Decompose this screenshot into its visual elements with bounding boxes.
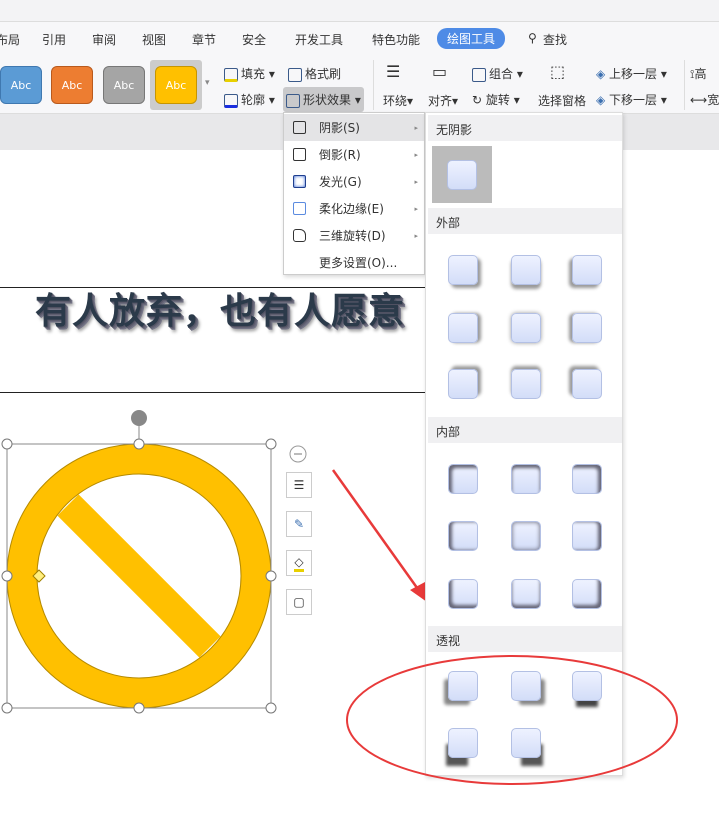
selection-pane-button[interactable]: 选择窗格 — [538, 92, 586, 109]
outer-shadow-option[interactable] — [448, 313, 478, 343]
reflection-icon — [293, 148, 306, 161]
tab-chapter[interactable]: 章节 — [192, 31, 216, 48]
glow-icon — [293, 175, 306, 188]
wrap-button[interactable]: 环绕▾ — [383, 92, 413, 109]
perspective-shadow-option[interactable] — [448, 728, 478, 758]
outer-shadow-option[interactable] — [448, 255, 478, 285]
group-icon — [472, 67, 486, 82]
inner-shadow-option[interactable] — [511, 521, 541, 551]
3d-rotation-icon — [293, 229, 306, 242]
fill-icon — [224, 67, 238, 82]
outline-button[interactable]: 轮廓 ▾ — [224, 91, 275, 108]
inner-shadow-option[interactable] — [448, 579, 478, 609]
section-outer: 外部 — [428, 208, 622, 234]
tab-security[interactable]: 安全 — [242, 31, 266, 48]
outer-shadow-option[interactable] — [572, 313, 602, 343]
layout-options-button[interactable]: ☰ — [286, 472, 312, 498]
shadow-submenu: 无阴影 外部 内部 透视 — [425, 112, 623, 776]
wrap-icon: ☰ — [386, 62, 401, 81]
outer-shadow-option[interactable] — [572, 255, 602, 285]
inner-shadow-option[interactable] — [572, 579, 602, 609]
height-field[interactable]: ⟟高 — [690, 65, 706, 82]
tab-layout[interactable]: 布局 — [0, 31, 20, 48]
send-backward-button[interactable]: ◈ 下移一层 ▾ — [596, 91, 667, 108]
menu-item-reflection[interactable]: 倒影(R) ▸ — [284, 141, 424, 168]
outer-shadow-option[interactable] — [511, 369, 541, 399]
style-swatch-blue[interactable]: Abc — [0, 66, 42, 104]
inner-shadow-option[interactable] — [448, 521, 478, 551]
slash — [57, 494, 221, 658]
inner-shadow-option[interactable] — [511, 464, 541, 494]
rotate-button[interactable]: ↻ 旋转 ▾ — [472, 91, 520, 108]
perspective-shadow-option[interactable] — [572, 671, 602, 701]
outline-quick-button[interactable]: ▢ — [286, 589, 312, 615]
align-button[interactable]: 对齐▾ — [428, 92, 458, 109]
style-swatch-gray[interactable]: Abc — [103, 66, 145, 104]
style-button[interactable]: ✎ — [286, 511, 312, 537]
ribbon-tabs: 布局 引用 审阅 视图 章节 安全 开发工具 特色功能 绘图工具 ⚲ 查找 — [0, 22, 719, 56]
more-styles-icon[interactable]: ▾ — [205, 78, 210, 88]
outline-icon: ▢ — [293, 595, 305, 609]
fill-quick-button[interactable]: ◇ — [286, 550, 312, 576]
align-icon: ▭ — [432, 62, 448, 81]
tab-developer[interactable]: 开发工具 — [295, 31, 343, 48]
no-shadow-option[interactable] — [432, 146, 492, 203]
format-painter-button[interactable]: 格式刷 — [288, 65, 341, 82]
menu-item-shadow[interactable]: 阴影(S) ▸ — [284, 114, 424, 141]
shape-effects-icon — [286, 93, 300, 108]
style-swatch-orange[interactable]: Abc — [51, 66, 93, 104]
outline-icon — [224, 93, 238, 108]
title-bar — [0, 0, 719, 22]
inner-shadow-option[interactable] — [448, 464, 478, 494]
send-backward-icon: ◈ — [596, 93, 610, 107]
group-button[interactable]: 组合 ▾ — [472, 65, 523, 82]
tab-find[interactable]: 查找 — [543, 31, 567, 48]
fill-button[interactable]: 填充 ▾ — [224, 65, 275, 82]
search-icon[interactable]: ⚲ — [528, 31, 537, 45]
fill-icon: ◇ — [294, 555, 304, 572]
soft-edges-icon — [293, 202, 306, 215]
tab-references[interactable]: 引用 — [42, 31, 66, 48]
width-field[interactable]: ⟷宽 — [690, 91, 719, 108]
inner-shadow-option[interactable] — [572, 521, 602, 551]
menu-item-soft-edges[interactable]: 柔化边缘(E) ▸ — [284, 195, 424, 222]
tab-drawing-tools[interactable]: 绘图工具 — [437, 28, 506, 49]
perspective-shadow-option[interactable] — [511, 671, 541, 701]
red-arrow — [331, 469, 422, 593]
tab-review[interactable]: 审阅 — [92, 31, 116, 48]
brush-icon — [288, 67, 302, 82]
outer-shadow-option[interactable] — [511, 313, 541, 343]
inner-shadow-option[interactable] — [572, 464, 602, 494]
section-perspective: 透视 — [428, 626, 622, 652]
section-inner: 内部 — [428, 417, 622, 443]
shape-effects-menu: 阴影(S) ▸ 倒影(R) ▸ 发光(G) ▸ 柔化边缘(E) ▸ 三维旋转(D) ▸ 更… — [283, 112, 425, 275]
ribbon: Abc Abc Abc Abc ▾ 填充 ▾ 格式刷 轮廓 ▾ 形状效果 ▾ ☰… — [0, 56, 719, 114]
no-symbol-shape[interactable] — [0, 405, 320, 715]
perspective-shadow-option[interactable] — [511, 728, 541, 758]
shadow-icon — [293, 121, 306, 134]
pen-icon: ✎ — [293, 517, 305, 531]
wrap-icon: ☰ — [293, 478, 305, 492]
perspective-shadow-option[interactable] — [448, 671, 478, 701]
tab-view[interactable]: 视图 — [142, 31, 166, 48]
section-no-shadow: 无阴影 — [428, 115, 622, 141]
menu-item-more-settings[interactable]: 更多设置(O)... — [284, 249, 424, 276]
bring-forward-button[interactable]: ◈ 上移一层 ▾ — [596, 65, 667, 82]
selection-pane-icon: ⬚ — [550, 62, 566, 81]
document-heading[interactable]: 有人放弃，也有人愿意 — [35, 282, 405, 334]
rotate-icon: ↻ — [472, 93, 486, 107]
bring-forward-icon: ◈ — [596, 67, 610, 81]
style-swatch-yellow[interactable]: Abc — [155, 66, 197, 104]
rotate-handle[interactable] — [131, 410, 147, 426]
tab-features[interactable]: 特色功能 — [372, 31, 420, 48]
menu-item-glow[interactable]: 发光(G) ▸ — [284, 168, 424, 195]
inner-shadow-option[interactable] — [511, 579, 541, 609]
outer-shadow-option[interactable] — [572, 369, 602, 399]
menu-item-3d-rotation[interactable]: 三维旋转(D) ▸ — [284, 222, 424, 249]
shape-effects-button[interactable]: 形状效果 ▾ — [283, 87, 364, 112]
text-box-border — [0, 392, 430, 393]
outer-shadow-option[interactable] — [448, 369, 478, 399]
width-icon: ⟷ — [690, 93, 708, 107]
outer-shadow-option[interactable] — [511, 255, 541, 285]
